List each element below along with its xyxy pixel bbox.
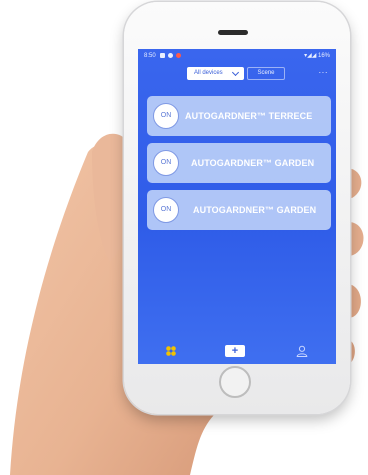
- alert-icon: [176, 53, 181, 58]
- image-icon: [160, 53, 165, 58]
- home-button[interactable]: [219, 366, 251, 398]
- add-device-button[interactable]: +: [225, 345, 245, 357]
- device-tabs: All devices Scene: [187, 67, 285, 80]
- app-icon: [168, 53, 173, 58]
- power-toggle-button[interactable]: ON: [153, 197, 179, 223]
- device-card[interactable]: ON AUTOGARDNER™ TERRECE: [147, 96, 331, 136]
- app-screen: 8:50 ▾◢◢ 16% All devices Scene ··· ON AU…: [138, 49, 336, 364]
- phone: 8:50 ▾◢◢ 16% All devices Scene ··· ON AU…: [124, 2, 350, 414]
- device-card[interactable]: ON AUTOGARDNER™ GARDEN: [147, 190, 331, 230]
- bottom-nav: +: [138, 340, 336, 364]
- notification-icons: [160, 53, 181, 58]
- user-icon[interactable]: [296, 345, 308, 357]
- tab-all-devices-label: All devices: [194, 70, 223, 76]
- tab-scene[interactable]: Scene: [247, 67, 285, 80]
- device-name: AUTOGARDNER™ TERRECE: [185, 111, 313, 121]
- device-name: AUTOGARDNER™ GARDEN: [191, 158, 315, 168]
- status-time: 8:50: [144, 53, 156, 59]
- power-toggle-button[interactable]: ON: [153, 103, 179, 129]
- tab-all-devices[interactable]: All devices: [187, 67, 244, 80]
- status-bar: 8:50 ▾◢◢ 16%: [138, 49, 336, 63]
- status-indicators: ▾◢◢ 16%: [304, 53, 330, 59]
- device-name: AUTOGARDNER™ GARDEN: [193, 205, 317, 215]
- more-options-button[interactable]: ···: [319, 68, 329, 77]
- earpiece: [218, 30, 248, 35]
- chevron-down-icon: [231, 68, 240, 77]
- grid-flower-icon[interactable]: [166, 346, 176, 356]
- device-card[interactable]: ON AUTOGARDNER™ GARDEN: [147, 143, 331, 183]
- power-toggle-button[interactable]: ON: [153, 150, 179, 176]
